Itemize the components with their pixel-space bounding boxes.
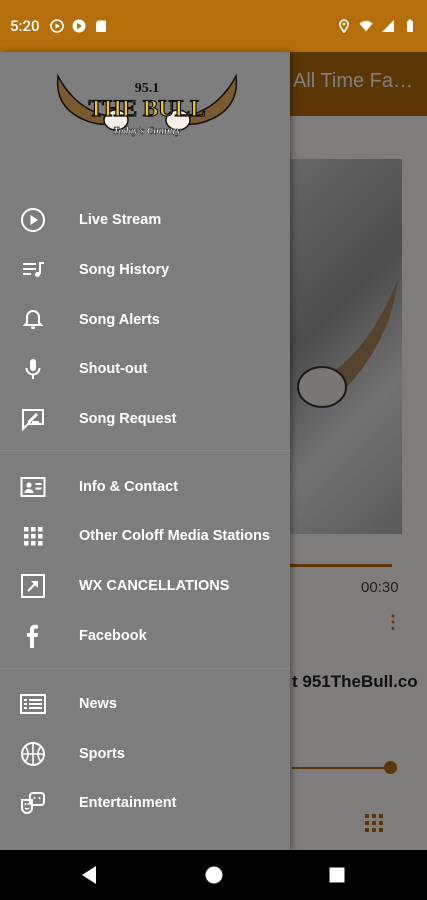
menu-item-label: Song Request <box>79 411 177 427</box>
status-notification-icons <box>49 19 108 33</box>
menu-item-label: Shout-out <box>79 361 148 377</box>
status-system-icons <box>337 19 417 33</box>
menu-item-live-stream[interactable]: Live Stream <box>0 196 290 244</box>
menu-item-label: News <box>79 696 117 712</box>
play-circle-icon <box>49 19 64 33</box>
navigation-drawer: 95.1 THE BULL Today's Country Live Strea… <box>0 52 290 850</box>
logo-number: 95.1 <box>135 81 160 96</box>
facebook-icon <box>20 623 46 649</box>
wifi-icon <box>359 20 373 32</box>
sd-card-icon <box>95 20 106 32</box>
menu-item-wx-cancellations[interactable]: WX CANCELLATIONS <box>0 562 290 610</box>
back-icon[interactable] <box>78 864 100 886</box>
menu-item-label: Facebook <box>79 628 147 644</box>
menu-item-label: Info & Contact <box>79 479 179 495</box>
menu-item-label: Live Stream <box>79 212 162 228</box>
menu-item-shout-out[interactable]: Shout-out <box>0 345 290 393</box>
menu-divider <box>0 668 290 669</box>
system-navigation-bar <box>0 850 427 900</box>
menu-item-label: Sports <box>79 746 125 762</box>
theater-icon <box>20 790 46 816</box>
location-icon <box>339 19 349 33</box>
contact-card-icon <box>20 474 46 500</box>
menu-item-news[interactable]: News <box>0 680 290 728</box>
menu-item-song-history[interactable]: Song History <box>0 246 290 294</box>
menu-item-other-stations[interactable]: Other Coloff Media Stations <box>0 512 290 560</box>
menu-item-label: WX CANCELLATIONS <box>79 578 230 594</box>
external-link-icon <box>20 573 46 599</box>
menu-item-song-request[interactable]: Song Request <box>0 395 290 443</box>
menu-item-song-alerts[interactable]: Song Alerts <box>0 296 290 344</box>
status-bar: 5:20 <box>0 0 427 52</box>
playlist-icon <box>20 257 46 283</box>
menu-item-sports[interactable]: Sports <box>0 730 290 778</box>
menu-item-label: Song History <box>79 262 170 278</box>
menu-item-label: Entertainment <box>79 795 177 811</box>
home-icon[interactable] <box>203 864 225 886</box>
menu-item-info-contact[interactable]: Info & Contact <box>0 463 290 511</box>
bell-icon <box>20 307 46 333</box>
grid-icon <box>20 523 46 549</box>
menu-item-label: Song Alerts <box>79 312 160 328</box>
logo-name: THE BULL <box>89 96 206 121</box>
menu-divider <box>0 450 290 451</box>
news-icon <box>20 691 46 717</box>
battery-icon <box>407 19 413 32</box>
station-logo: 95.1 THE BULL Today's Country <box>56 73 238 137</box>
microphone-icon <box>20 356 46 382</box>
recents-icon[interactable] <box>326 864 348 886</box>
menu-item-entertainment[interactable]: Entertainment <box>0 779 290 827</box>
menu-item-label: Other Coloff Media Stations <box>79 528 270 544</box>
status-time: 5:20 <box>10 17 40 35</box>
basketball-icon <box>20 741 46 767</box>
play-circle-icon <box>20 207 46 233</box>
logo-tagline: Today's Country <box>113 126 181 137</box>
message-edit-icon <box>20 406 46 432</box>
google-play-icon <box>72 19 86 33</box>
signal-icon <box>382 20 394 32</box>
menu-item-facebook[interactable]: Facebook <box>0 612 290 660</box>
